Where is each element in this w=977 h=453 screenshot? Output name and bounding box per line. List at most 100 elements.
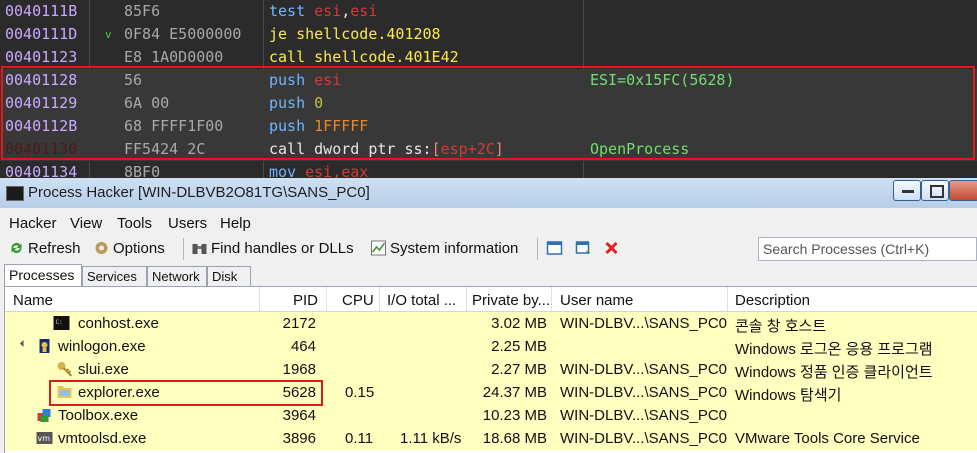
opcode-bytes: 85F6 (124, 2, 161, 20)
menu-tools[interactable]: Tools (117, 215, 152, 232)
column-pid[interactable]: PID (293, 292, 318, 309)
process-list[interactable]: Name PID CPU I/O total ... Private by...… (4, 286, 977, 453)
column-header-row: Name PID CPU I/O total ... Private by...… (5, 287, 977, 312)
minimize-icon (902, 190, 914, 193)
column-name[interactable]: Name (13, 292, 53, 309)
column-cpu[interactable]: CPU (342, 292, 374, 309)
toolbar: Refresh Options Find handles or DLLs Sys… (0, 236, 977, 264)
column-divider[interactable] (259, 287, 260, 311)
column-private-bytes[interactable]: Private by... (472, 292, 550, 309)
menu-help[interactable]: Help (220, 215, 251, 232)
key-icon (57, 362, 73, 377)
user-name: WIN-DLBV...\SANS_PC0 (560, 430, 727, 447)
table-row[interactable]: slui.exe 1968 2.27 MB WIN-DLBV...\SANS_P… (5, 358, 977, 382)
refresh-icon (11, 243, 22, 253)
user-name: WIN-DLBV...\SANS_PC0 (560, 384, 727, 401)
table-row[interactable]: winlogon.exe 464 2.25 MB Windows 로그온 응용 … (5, 335, 977, 359)
process-pid: 3896 (282, 430, 316, 447)
window-icon (546, 241, 563, 255)
process-name: slui.exe (78, 361, 129, 378)
description: Windows 로그온 응용 프로그램 (735, 341, 933, 358)
title-bar[interactable]: Process Hacker [WIN-DLBVB2O81TG\SANS_PC0… (0, 178, 977, 208)
menu-view[interactable]: View (70, 215, 102, 232)
process-name: conhost.exe (78, 315, 159, 332)
svg-text:C:: C: (56, 319, 63, 326)
column-user-name[interactable]: User name (560, 292, 633, 309)
private-bytes: 10.23 MB (482, 407, 547, 424)
table-row[interactable]: vm vmtoolsd.exe 3896 0.11 1.11 kB/s 18.6… (5, 427, 977, 451)
cpu-usage: 0.15 (345, 384, 375, 401)
collapse-chevron-icon[interactable] (19, 339, 28, 348)
process-pid: 464 (290, 338, 316, 355)
system-information-button[interactable]: System information (370, 240, 518, 257)
private-bytes: 2.27 MB (491, 361, 547, 378)
process-pid: 2172 (282, 315, 316, 332)
column-divider[interactable] (379, 287, 380, 311)
table-row[interactable]: Toolbox.exe 3964 10.23 MB WIN-DLBV...\SA… (5, 404, 977, 428)
disasm-row[interactable]: 00401134 8BF0 mov esi,eax (0, 161, 977, 178)
column-description[interactable]: Description (735, 292, 810, 309)
app-icon (6, 186, 24, 201)
gear-icon (95, 242, 108, 254)
refresh-button[interactable]: Refresh (8, 240, 81, 257)
address: 00401134 (5, 163, 78, 178)
minimize-button[interactable] (893, 180, 921, 201)
cpu-usage: 0.11 (345, 430, 374, 447)
instruction: mov esi,eax (269, 163, 369, 178)
description: 콘솔 창 호스트 (735, 318, 827, 335)
red-x-icon (605, 241, 618, 255)
instruction: je shellcode.401208 (269, 25, 441, 43)
column-io-total[interactable]: I/O total ... (387, 292, 456, 309)
instruction: test esi,esi (269, 2, 378, 20)
close-button[interactable] (949, 180, 977, 201)
tab-services[interactable]: Services (82, 266, 147, 286)
private-bytes: 3.02 MB (491, 315, 547, 332)
jump-arrow-icon: v (105, 28, 112, 41)
process-name: winlogon.exe (58, 338, 146, 355)
maximize-icon (930, 185, 944, 198)
maximize-button[interactable] (921, 180, 949, 201)
private-bytes: 18.68 MB (482, 430, 547, 447)
tab-network[interactable]: Network (147, 266, 207, 286)
svg-text:vm: vm (38, 434, 51, 443)
address: 0040111B (5, 2, 78, 20)
window-target-button[interactable] (575, 240, 595, 257)
column-divider[interactable] (551, 287, 552, 311)
tab-disk[interactable]: Disk (207, 266, 251, 286)
chart-icon (371, 240, 386, 256)
terminate-button[interactable] (603, 240, 623, 257)
user-name: WIN-DLBV...\SANS_PC0 (560, 315, 727, 332)
tab-bar: Processes Services Network Disk (0, 264, 977, 287)
process-hacker-window: Process Hacker [WIN-DLBVB2O81TG\SANS_PC0… (0, 178, 977, 453)
toolbar-separator (537, 238, 538, 260)
highlight-box (1, 66, 975, 160)
process-name: Toolbox.exe (58, 407, 139, 424)
highlight-box (49, 380, 323, 406)
disasm-row[interactable]: 0040111B 85F6 test esi,esi (0, 0, 977, 23)
description: Windows 정품 인증 클라이언트 (735, 364, 933, 381)
disasm-row[interactable]: 0040111D v 0F84 E5000000 je shellcode.40… (0, 23, 977, 46)
column-divider[interactable] (466, 287, 467, 311)
process-pid: 3964 (282, 407, 316, 424)
opcode-bytes: 0F84 E5000000 (124, 25, 242, 43)
disassembly-pane[interactable]: 0040111B 85F6 test esi,esi 0040111D v 0F… (0, 0, 977, 178)
window-title: Process Hacker [WIN-DLBVB2O81TG\SANS_PC0… (28, 184, 370, 201)
winlogon-icon (39, 339, 50, 353)
column-divider[interactable] (727, 287, 728, 311)
tab-processes[interactable]: Processes (4, 264, 82, 287)
vm-icon: vm (36, 432, 53, 444)
column-divider[interactable] (326, 287, 327, 311)
toolbar-separator (183, 238, 184, 260)
table-row[interactable]: C: conhost.exe 2172 3.02 MB WIN-DLBV...\… (5, 312, 977, 336)
window-button[interactable] (546, 240, 566, 257)
search-input[interactable]: Search Processes (Ctrl+K) (758, 237, 977, 261)
private-bytes: 2.25 MB (491, 338, 547, 355)
menu-hacker[interactable]: Hacker (9, 215, 57, 232)
process-name: vmtoolsd.exe (58, 430, 147, 447)
user-name: WIN-DLBV...\SANS_PC0 (560, 407, 727, 424)
menu-users[interactable]: Users (168, 215, 207, 232)
options-button[interactable]: Options (93, 240, 165, 257)
find-handles-button[interactable]: Find handles or DLLs (191, 240, 354, 257)
process-pid: 1968 (282, 361, 316, 378)
binoculars-icon (192, 244, 207, 254)
